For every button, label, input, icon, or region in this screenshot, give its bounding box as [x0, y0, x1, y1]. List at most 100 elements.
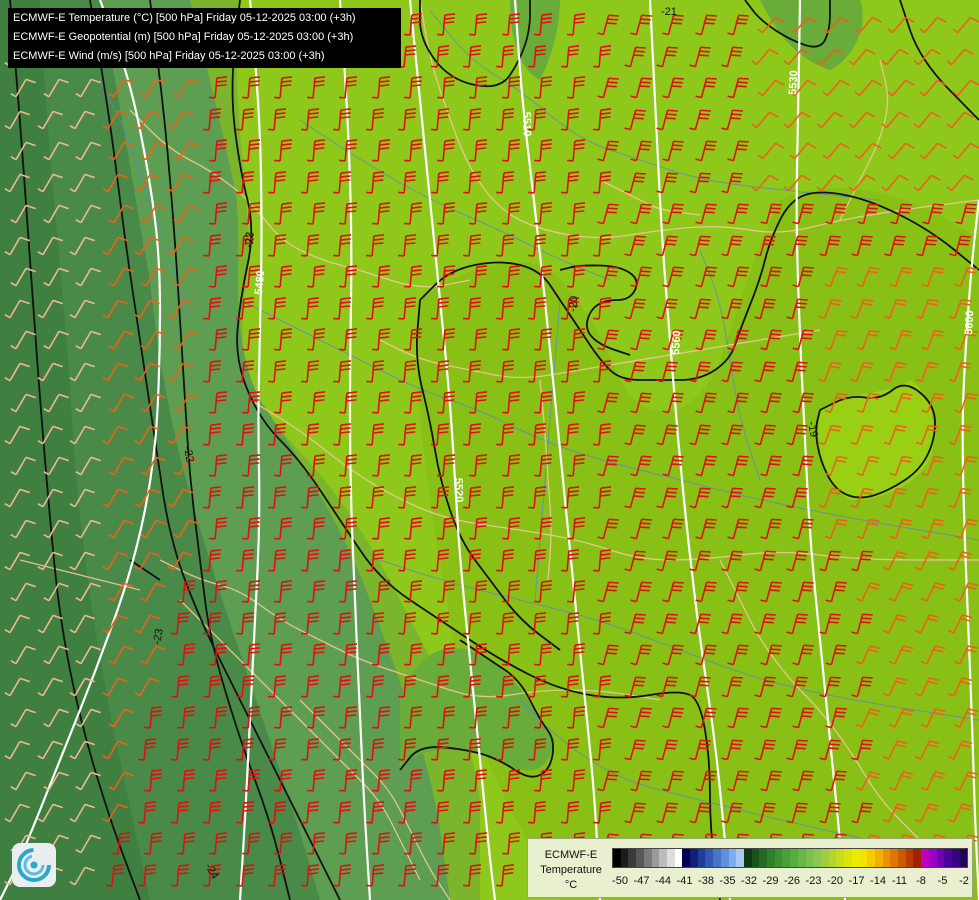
wind-barb-foot: [404, 537, 411, 540]
wind-barb-foot: [242, 600, 249, 603]
wind-barb-foot: [242, 726, 249, 729]
legend-swatch: [782, 849, 791, 867]
wind-barb-foot: [112, 852, 119, 855]
wind-barb-foot: [209, 600, 216, 603]
wind-barb-foot: [496, 821, 503, 824]
geo-label-5520: 5520: [452, 478, 465, 503]
wind-barb-foot: [502, 789, 509, 792]
wind-barb-foot: [469, 159, 476, 162]
wind-barb-foot: [268, 821, 275, 824]
map-view[interactable]: -22 -23 -24 -21 -20 -19 -22 5480 5510 55…: [0, 0, 979, 900]
wind-barb-foot: [463, 191, 470, 194]
wind-barb-foot: [534, 33, 541, 36]
wind-barb-foot: [236, 317, 243, 320]
wind-barb-foot: [171, 695, 178, 698]
wind-barb-foot: [366, 569, 373, 572]
wind-barb-foot: [431, 317, 438, 320]
wind-barb-foot: [209, 96, 216, 99]
wind-barb-foot: [528, 632, 535, 635]
wind-barb-foot: [268, 191, 275, 194]
legend-swatch: [790, 849, 798, 867]
wind-barb-foot: [301, 191, 308, 194]
wind-barb-foot: [496, 191, 503, 194]
wind-barb-foot: [372, 537, 379, 540]
wind-barb-foot: [171, 884, 178, 887]
wind-barb-foot: [274, 537, 281, 540]
legend-tick-label: -17: [848, 875, 865, 887]
legend-swatch: [767, 849, 775, 867]
wind-barb-foot: [203, 506, 210, 509]
wind-barb-foot: [339, 852, 346, 855]
wind-barb-foot: [404, 474, 411, 477]
wind-barb-foot: [561, 254, 568, 257]
wind-barb-foot: [209, 537, 216, 540]
wind-barb-foot: [528, 443, 535, 446]
legend-tick-label: -35: [719, 875, 736, 887]
wind-barb-foot: [404, 726, 411, 729]
wind-barb-foot: [431, 506, 438, 509]
forecast-info-box: ECMWF-E Temperature (°C) [500 hPa] Frida…: [8, 8, 401, 68]
wind-barb-foot: [339, 348, 346, 351]
wind-barb-foot: [372, 852, 379, 855]
wind-barb-foot: [502, 411, 509, 414]
legend-swatch: [851, 849, 860, 867]
wind-barb-foot: [463, 569, 470, 572]
wind-barb-foot: [366, 443, 373, 446]
wind-barb-foot: [268, 254, 275, 257]
wind-barb-foot: [502, 600, 509, 603]
wind-barb-foot: [339, 726, 346, 729]
wind-barb-foot: [404, 411, 411, 414]
legend-swatch: [659, 849, 667, 867]
wind-barb-foot: [268, 380, 275, 383]
wind-barb-foot: [372, 726, 379, 729]
wind-barb-foot: [561, 191, 568, 194]
wind-barb-foot: [301, 380, 308, 383]
wind-barb-foot: [372, 348, 379, 351]
legend-swatch: [905, 849, 914, 867]
wind-barb-foot: [404, 852, 411, 855]
legend-swatch: [805, 849, 814, 867]
legend-swatch: [890, 849, 899, 867]
wind-barb-foot: [339, 537, 346, 540]
wind-barb-foot: [339, 411, 346, 414]
wind-barb-foot: [593, 191, 600, 194]
legend-swatch: [728, 849, 737, 867]
legend-tick-label: -32: [741, 875, 757, 887]
wind-barb-foot: [307, 159, 314, 162]
geo-label-5560: 5560: [670, 330, 683, 355]
wind-barb-foot: [333, 884, 340, 887]
wind-barb-foot: [496, 632, 503, 635]
wind-barb-foot: [437, 348, 444, 351]
wind-barb-foot: [333, 695, 340, 698]
wind-barb-foot: [502, 537, 509, 540]
wind-barb-foot: [268, 506, 275, 509]
wind-barb-foot: [528, 317, 535, 320]
wind-barb-foot: [398, 191, 405, 194]
wind-barb-foot: [333, 317, 340, 320]
app-logo[interactable]: [12, 843, 56, 887]
wind-barb-foot: [404, 600, 411, 603]
wind-barb-foot: [469, 663, 476, 666]
legend-tick-label: -14: [870, 875, 886, 887]
wind-barb-foot: [242, 411, 249, 414]
wind-barb-foot: [567, 285, 574, 288]
weather-map[interactable]: -22 -23 -24 -21 -20 -19 -22 5480 5510 55…: [0, 0, 979, 900]
legend-swatch: [928, 849, 937, 867]
wind-barb-foot: [431, 758, 438, 761]
wind-barb-foot: [366, 821, 373, 824]
temp-label-minus21: -21: [661, 6, 677, 18]
wind-barb-foot: [138, 821, 145, 824]
wind-barb-foot: [496, 884, 503, 887]
wind-barb-foot: [502, 33, 509, 36]
wind-barb-foot: [469, 222, 476, 225]
wind-barb-foot: [567, 663, 574, 666]
wind-barb-foot: [236, 884, 243, 887]
wind-barb-foot: [534, 789, 541, 792]
legend-swatch: [690, 849, 698, 867]
wind-barb-foot: [209, 222, 216, 225]
wind-barb-foot: [203, 128, 210, 131]
wind-barb-foot: [404, 96, 411, 99]
wind-barb-foot: [567, 600, 574, 603]
legend-tick-label: -50: [612, 875, 628, 887]
wind-barb-foot: [463, 128, 470, 131]
